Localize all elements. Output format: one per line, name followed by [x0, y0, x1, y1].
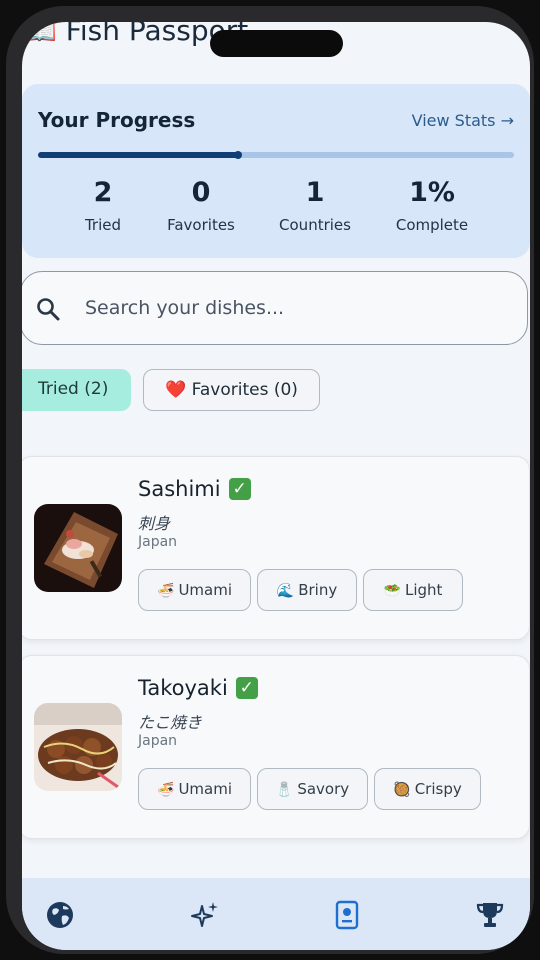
filter-favorites-chip[interactable]: ❤️ Favorites (0)	[143, 369, 320, 411]
phone-frame: 📖 Fish Passport Your Progress View Stats…	[6, 6, 534, 954]
passport-icon	[335, 900, 359, 930]
check-icon: ✓	[228, 478, 251, 500]
salad-icon: 🥗	[383, 583, 401, 599]
sparkles-icon	[191, 902, 218, 927]
progress-card: Your Progress View Stats → 2 Tried 0 Fav…	[22, 84, 530, 258]
nav-explore[interactable]	[38, 896, 82, 940]
progress-bar	[38, 151, 514, 159]
ramen-icon: 🍜	[157, 782, 175, 798]
dish-country: Japan	[138, 733, 178, 749]
flavor-tag[interactable]: 🍜 Umami	[138, 569, 251, 611]
app-screen: 📖 Fish Passport Your Progress View Stats…	[22, 22, 530, 950]
flavor-tag-label: Crispy	[414, 780, 462, 798]
stat-value: 0	[191, 177, 211, 208]
nav-discover[interactable]	[183, 896, 227, 940]
stat-label: Complete	[395, 216, 469, 234]
nav-achievements[interactable]	[468, 896, 512, 940]
flavor-tag-label: Briny	[298, 581, 338, 599]
bottom-nav	[22, 878, 530, 950]
nav-passport[interactable]	[325, 896, 369, 940]
stat-complete: 1% Complete	[372, 176, 492, 234]
dish-photo	[34, 504, 122, 592]
dynamic-island	[210, 30, 343, 57]
flavor-tag[interactable]: 🍜 Umami	[138, 768, 251, 810]
dish-country: Japan	[138, 534, 178, 550]
pan-icon: 🥘	[393, 782, 411, 798]
salt-icon: 🧂	[275, 782, 294, 798]
ramen-icon: 🍜	[157, 583, 175, 599]
stat-favorites: 0 Favorites	[141, 176, 261, 234]
view-stats-link[interactable]: View Stats →	[412, 111, 514, 130]
search-input[interactable]	[85, 294, 485, 322]
stat-label: Countries	[279, 216, 351, 234]
trophy-icon	[476, 903, 504, 927]
search-bar[interactable]	[22, 271, 528, 345]
dish-photo	[34, 703, 122, 791]
flavor-tag[interactable]: 🥘 Crispy	[374, 768, 481, 810]
dish-card-sashimi[interactable]: Sashimi ✓ 刺身 Japan 🍜 Umami 🌊 Briny 🥗 Light	[22, 456, 530, 640]
search-icon	[37, 298, 60, 321]
flavor-tag[interactable]: 🥗 Light	[363, 569, 463, 611]
dish-name: Sashimi ✓	[138, 477, 251, 501]
stat-label: Favorites	[167, 216, 235, 234]
flavor-tag[interactable]: 🧂 Savory	[257, 768, 368, 810]
flavor-tag-label: Savory	[297, 780, 350, 798]
dish-name-text: Sashimi	[138, 477, 221, 501]
progress-title: Your Progress	[38, 108, 196, 132]
progress-bar-handle	[233, 151, 242, 159]
flavor-tag-label: Light	[405, 581, 443, 599]
dish-name-text: Takoyaki	[138, 676, 228, 700]
dish-card-takoyaki[interactable]: Takoyaki ✓ たこ焼き Japan 🍜 Umami 🧂 Savory 🥘 Cri…	[22, 655, 530, 839]
flavor-tag[interactable]: 🌊 Briny	[257, 569, 357, 611]
wave-icon: 🌊	[276, 583, 295, 599]
check-icon: ✓	[235, 677, 258, 699]
dish-native-name: たこ焼き	[138, 713, 203, 732]
flavor-tag-label: Umami	[178, 581, 232, 599]
stat-countries: 1 Countries	[255, 176, 375, 234]
progress-bar-fill	[38, 152, 238, 158]
stat-value: 1	[305, 177, 325, 208]
stat-value: 1%	[409, 177, 455, 208]
book-icon: 📖	[22, 22, 57, 47]
dish-name: Takoyaki ✓	[138, 676, 258, 700]
filter-tried-chip[interactable]: Tried (2)	[22, 369, 131, 411]
flavor-tag-label: Umami	[178, 780, 232, 798]
globe-icon	[47, 902, 73, 928]
dish-native-name: 刺身	[138, 514, 171, 533]
